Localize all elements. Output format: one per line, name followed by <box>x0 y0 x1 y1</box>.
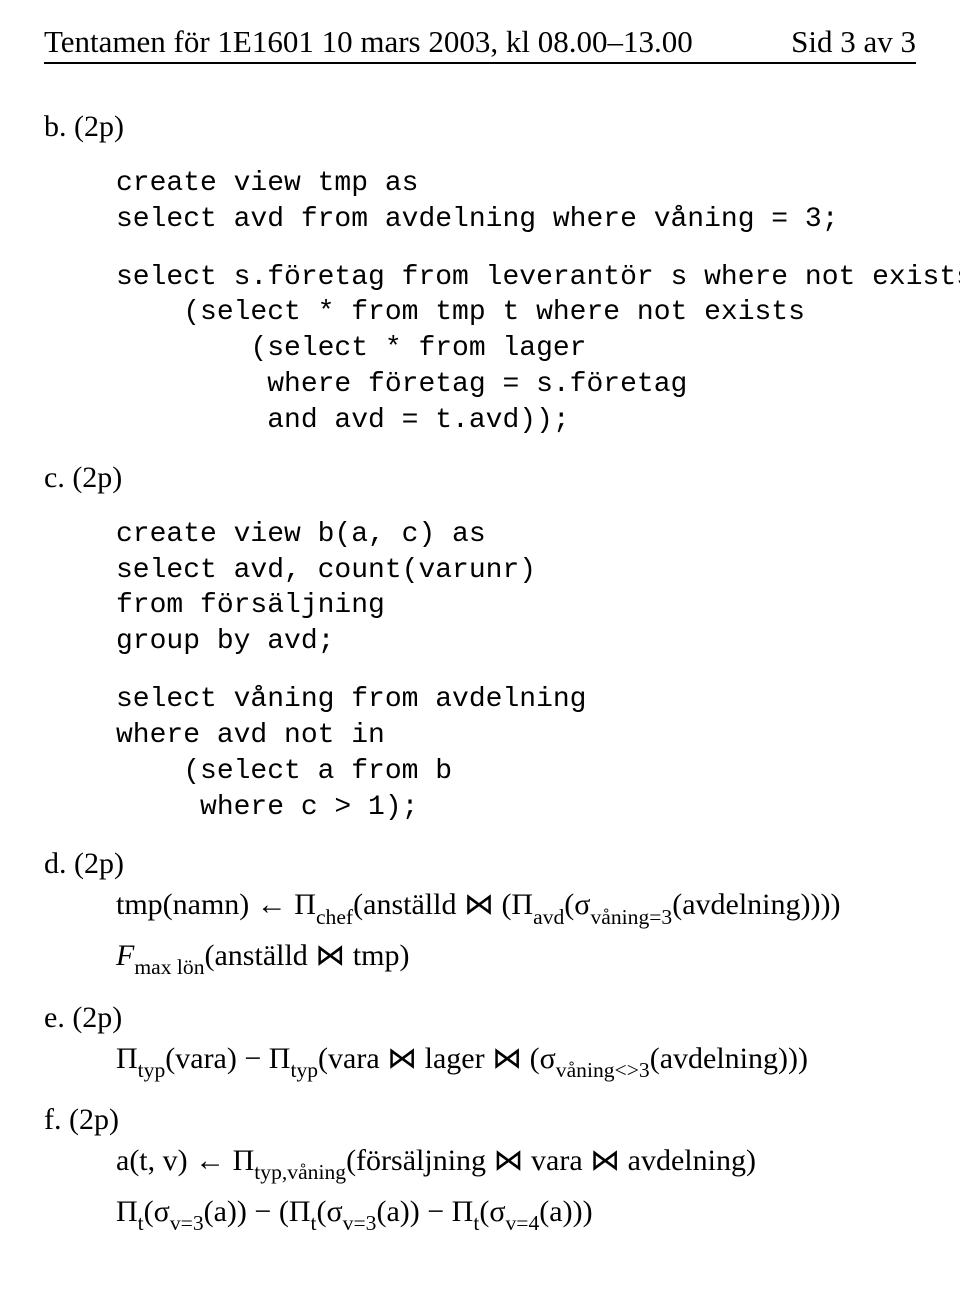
ra-f-line1: a(t, v) ← Πtyp,våning(försäljning ⋈ vara… <box>116 1137 916 1188</box>
ra-e-c: (vara ⋈ lager ⋈ (σ <box>318 1042 556 1075</box>
page: Tentamen för 1E1601 10 mars 2003, kl 08.… <box>0 0 960 1298</box>
ra-f2-sub5: t <box>473 1211 479 1235</box>
ra-f2-e: (a)) − Π <box>376 1195 473 1228</box>
ra-d1-sub2: avd <box>533 905 564 929</box>
ra-e-b: (vara) − Π <box>165 1042 290 1075</box>
ra-d: tmp(namn) ← Πchef(anställd ⋈ (Πavd(σvåni… <box>116 881 916 982</box>
ra-f2-c: (a)) − (Π <box>204 1195 311 1228</box>
header-left: Tentamen för 1E1601 10 mars 2003, kl 08.… <box>44 24 693 60</box>
code-c-2: select våning from avdelning where avd n… <box>116 682 916 825</box>
ra-d2-b: (anställd ⋈ tmp) <box>205 939 410 972</box>
ra-f: a(t, v) ← Πtyp,våning(försäljning ⋈ vara… <box>116 1137 916 1238</box>
ra-e-sub2: typ <box>290 1058 318 1082</box>
ra-e-sub1: typ <box>138 1058 166 1082</box>
section-b: b. (2p) create view tmp as select avd fr… <box>44 110 916 439</box>
ra-d1-sub3: våning=3 <box>590 905 672 929</box>
ra-d1-sub1: chef <box>316 905 353 929</box>
ra-f2-a: Π <box>116 1195 138 1228</box>
section-f: f. (2p) a(t, v) ← Πtyp,våning(försäljnin… <box>44 1103 916 1238</box>
label-c: c. (2p) <box>44 461 122 494</box>
ra-f2-d: (σ <box>317 1195 343 1228</box>
ra-f2-sub4: v=3 <box>343 1211 377 1235</box>
page-header: Tentamen för 1E1601 10 mars 2003, kl 08.… <box>44 24 916 64</box>
ra-e-d: (avdelning))) <box>650 1042 808 1075</box>
code-b-2: select s.företag from leverantör s where… <box>116 260 916 439</box>
label-e: e. (2p) <box>44 1001 122 1034</box>
ra-f1-b: (försäljning ⋈ vara ⋈ avdelning) <box>346 1144 756 1177</box>
ra-f2-f: (σ <box>479 1195 505 1228</box>
ra-f2-sub3: t <box>311 1211 317 1235</box>
ra-d1-c: (σ <box>564 888 590 921</box>
code-b-1: create view tmp as select avd from avdel… <box>116 166 916 238</box>
ra-e-sub3: våning<>3 <box>556 1058 650 1082</box>
ra-d1-a: tmp(namn) ← Π <box>116 888 316 921</box>
ra-d-line2: Fmax lön(anställd ⋈ tmp) <box>116 932 916 983</box>
ra-d1-d: (avdelning)))) <box>672 888 840 921</box>
ra-d2-sub: max lön <box>134 955 204 979</box>
ra-f2-sub6: v=4 <box>506 1211 540 1235</box>
ra-f2-b: (σ <box>144 1195 170 1228</box>
ra-f1-a: a(t, v) ← Π <box>116 1144 254 1177</box>
ra-e-a: Π <box>116 1042 138 1075</box>
header-right: Sid 3 av 3 <box>791 24 916 60</box>
ra-f2-g: (a))) <box>539 1195 592 1228</box>
section-d: d. (2p) tmp(namn) ← Πchef(anställd ⋈ (Πa… <box>44 847 916 982</box>
ra-f1-sub: typ,våning <box>254 1160 346 1184</box>
label-f: f. (2p) <box>44 1103 119 1136</box>
ra-f2-sub2: v=3 <box>170 1211 204 1235</box>
ra-d2-a: F <box>116 939 134 972</box>
section-c: c. (2p) create view b(a, c) as select av… <box>44 461 916 826</box>
ra-d-line1: tmp(namn) ← Πchef(anställd ⋈ (Πavd(σvåni… <box>116 881 916 932</box>
ra-e: Πtyp(vara) − Πtyp(vara ⋈ lager ⋈ (σvånin… <box>116 1035 916 1086</box>
label-b: b. (2p) <box>44 110 124 143</box>
ra-e-line1: Πtyp(vara) − Πtyp(vara ⋈ lager ⋈ (σvånin… <box>116 1035 916 1086</box>
ra-d1-b: (anställd ⋈ (Π <box>353 888 533 921</box>
section-e: e. (2p) Πtyp(vara) − Πtyp(vara ⋈ lager ⋈… <box>44 1001 916 1086</box>
ra-f2-sub1: t <box>138 1211 144 1235</box>
label-d: d. (2p) <box>44 847 124 880</box>
ra-f-line2: Πt(σv=3(a)) − (Πt(σv=3(a)) − Πt(σv=4(a))… <box>116 1188 916 1239</box>
code-c-1: create view b(a, c) as select avd, count… <box>116 517 916 660</box>
